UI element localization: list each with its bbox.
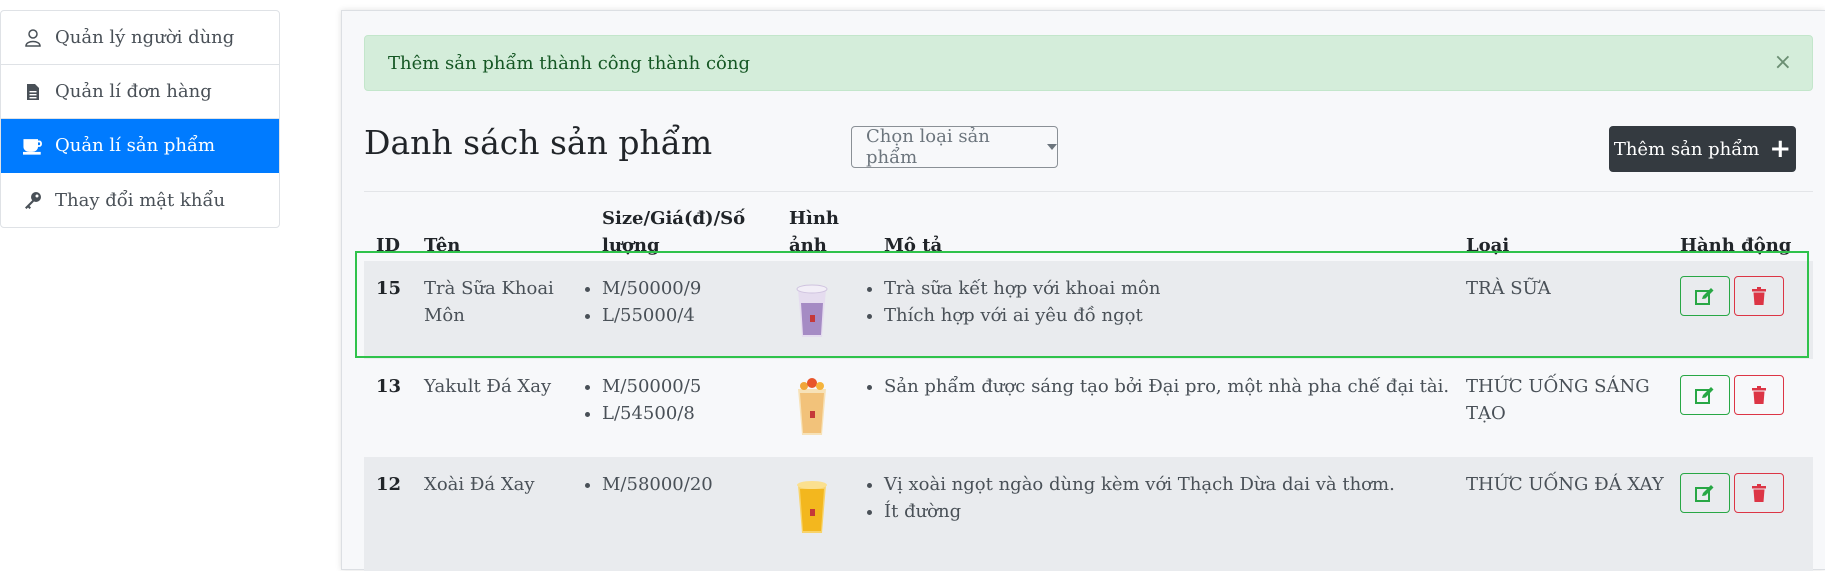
header-name: Tên [424,235,461,256]
document-icon [23,82,43,102]
list-item: M/58000/20 [602,471,713,498]
trash-icon [1752,287,1766,305]
edit-button[interactable] [1680,375,1730,415]
sidebar-item-change-password[interactable]: Thay đổi mật khẩu [1,173,279,227]
product-image [796,284,828,337]
row-category-line2: TẠO [1466,403,1506,424]
row-category-line1: TRÀ SỮA [1466,278,1551,299]
row-id: 12 [376,474,402,495]
sidebar-item-label: Thay đổi mật khẩu [55,189,226,211]
list-item: Vị xoài ngọt ngào dùng kèm với Thạch Dừa… [884,471,1395,498]
sidebar-item-label: Quản lí đơn hàng [55,81,212,102]
sidebar-item-users[interactable]: Quản lý người dùng [1,11,279,65]
row-id: 13 [376,376,402,397]
header-image-line2: ảnh [789,235,827,256]
edit-button[interactable] [1680,276,1730,316]
row-category: THỨC UỐNG SÁNG TẠO [1466,373,1650,427]
row-name: Yakult Đá Xay [424,373,551,400]
alert-message: Thêm sản phẩm thành công thành công [388,52,750,74]
page-title: Danh sách sản phẩm [364,123,713,162]
table-row: 13 Yakult Đá Xay M/50000/5L/54500/8 Sản … [364,359,1813,457]
table-row: 15 Trà Sữa Khoai Môn M/50000/9L/55000/4 … [364,261,1813,359]
row-description: Trà sữa kết hợp với khoai mônThích hợp v… [864,275,1161,329]
row-name-line2: Môn [424,305,465,326]
row-sizes: M/58000/20 [582,471,713,498]
add-product-label: Thêm sản phẩm [1613,138,1760,160]
header-size-line1: Size/Giá(đ)/Số [602,208,746,229]
header-category: Loại [1466,235,1510,256]
row-id: 15 [376,278,402,299]
trash-icon [1752,484,1766,502]
sidebar-item-label: Quản lý người dùng [55,27,235,48]
header-image-line1: Hình [789,208,840,229]
table-header: ID Tên Size/Giá(đ)/Số lượng Hình ảnh Mô … [364,191,1813,265]
sidebar-item-label: Quản lí sản phẩm [55,135,216,156]
list-item: Ít đường [884,498,1395,525]
header-actions: Hành động [1680,235,1792,256]
row-name-line1: Xoài Đá Xay [424,474,535,495]
user-icon [23,28,43,48]
sidebar: Quản lý người dùng Quản lí đơn hàng Quản… [0,10,280,228]
sidebar-item-products[interactable]: Quản lí sản phẩm [1,119,279,173]
delete-button[interactable] [1734,375,1784,415]
edit-icon [1695,387,1714,404]
header-id: ID [376,235,401,256]
coffee-cup-icon [23,136,43,156]
main-panel: Thêm sản phẩm thành công thành công × Da… [341,10,1825,571]
header-description: Mô tả [884,235,943,256]
row-sizes: M/50000/9L/55000/4 [582,275,701,329]
row-category-line1: THỨC UỐNG SÁNG [1466,376,1650,397]
trash-icon [1752,386,1766,404]
list-item: Thích hợp với ai yêu đồ ngọt [884,302,1161,329]
header-image: Hình ảnh [789,205,839,259]
list-item: M/50000/9 [602,275,701,302]
delete-button[interactable] [1734,276,1784,316]
delete-button[interactable] [1734,473,1784,513]
caret-down-icon [1047,144,1057,150]
add-product-button[interactable]: Thêm sản phẩm + [1609,126,1796,172]
row-category: THỨC UỐNG ĐÁ XAY [1466,471,1664,498]
list-item: L/54500/8 [602,400,701,427]
row-name: Trà Sữa Khoai Môn [424,275,554,329]
header-size: Size/Giá(đ)/Số lượng [602,205,745,259]
list-item: L/55000/4 [602,302,701,329]
edit-icon [1695,485,1714,502]
product-image [798,378,826,435]
success-alert: Thêm sản phẩm thành công thành công × [364,35,1813,91]
close-icon[interactable]: × [1774,50,1792,75]
row-description: Vị xoài ngọt ngào dùng kèm với Thạch Dừa… [864,471,1395,525]
row-category: TRÀ SỮA [1466,275,1551,302]
list-item: M/50000/5 [602,373,701,400]
row-description: Sản phẩm được sáng tạo bởi Đại pro, một … [864,373,1449,400]
edit-icon [1695,288,1714,305]
product-image [797,481,827,533]
list-item: Sản phẩm được sáng tạo bởi Đại pro, một … [884,373,1449,400]
sidebar-item-orders[interactable]: Quản lí đơn hàng [1,65,279,119]
category-select-label: Chọn loại sản phẩm [866,126,990,168]
edit-button[interactable] [1680,473,1730,513]
plus-icon: + [1769,134,1792,164]
table-row: 12 Xoài Đá Xay M/58000/20 Vị xoài ngọt n… [364,457,1813,571]
row-category-line1: THỨC UỐNG ĐÁ XAY [1466,474,1664,495]
header-size-line2: lượng [602,235,660,256]
row-sizes: M/50000/5L/54500/8 [582,373,701,427]
row-name-line1: Trà Sữa Khoai [424,278,554,299]
row-name: Xoài Đá Xay [424,471,535,498]
row-name-line1: Yakult Đá Xay [424,376,552,397]
category-select[interactable]: Chọn loại sản phẩm [851,126,1058,168]
list-item: Trà sữa kết hợp với khoai môn [884,275,1161,302]
key-icon [23,190,43,210]
